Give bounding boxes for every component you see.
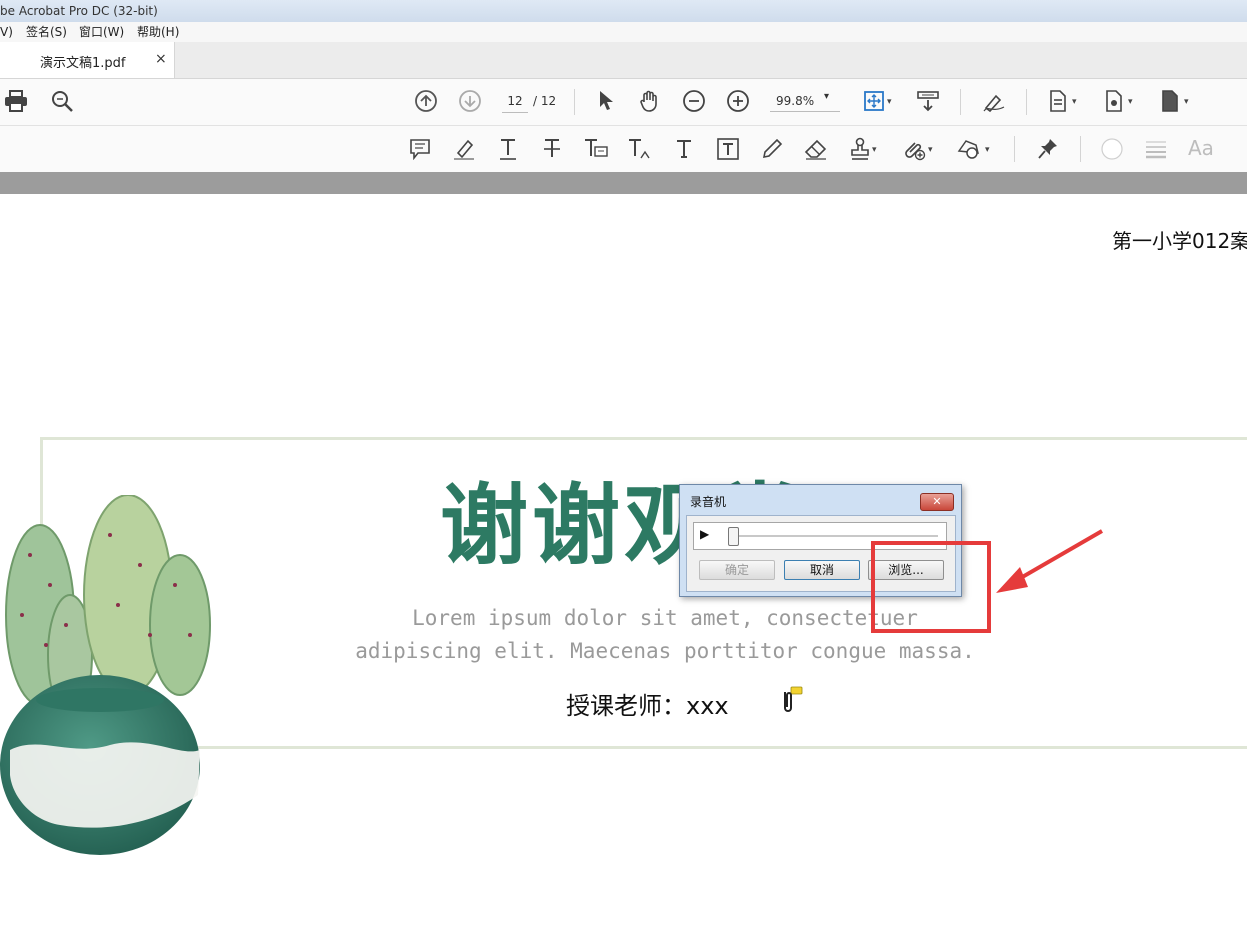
menu-item-view[interactable]: V)	[0, 22, 13, 42]
sticky-note-icon[interactable]	[406, 135, 434, 163]
replace-text-icon[interactable]	[582, 135, 610, 163]
attach-dropdown-icon[interactable]: ▾	[928, 145, 933, 155]
toolbar-divider	[1014, 136, 1015, 162]
ok-button[interactable]: 确定	[699, 560, 775, 580]
stamp-dropdown-icon[interactable]: ▾	[872, 145, 877, 155]
zoom-level-input[interactable]: 99.8%	[776, 90, 814, 112]
highlight-icon[interactable]	[450, 135, 478, 163]
document-settings-icon[interactable]	[1100, 87, 1128, 115]
sign-pen-icon[interactable]	[980, 87, 1008, 115]
red-arrow-icon	[990, 525, 1110, 604]
shapes-dropdown-icon[interactable]: ▾	[985, 145, 990, 155]
document-tab-bar: 演示文稿1.pdf ×	[0, 42, 1247, 79]
cactus-illustration	[0, 494, 220, 869]
print-icon[interactable]	[2, 87, 30, 115]
attach-file-icon[interactable]	[900, 135, 928, 163]
scroll-mode-icon[interactable]	[914, 87, 942, 115]
pin-icon[interactable]	[1034, 135, 1062, 163]
teacher-label: 授课老师：xxx	[566, 692, 729, 720]
zoom-search-icon[interactable]	[48, 87, 76, 115]
window-title: be Acrobat Pro DC (32-bit)	[0, 4, 158, 18]
underline-text-icon[interactable]	[494, 135, 522, 163]
insert-text-icon[interactable]	[626, 135, 654, 163]
zoom-in-icon[interactable]	[724, 87, 752, 115]
main-toolbar: 12 / 12 99.8% ▾ ▾ ▾ ▾ ▾	[0, 79, 1247, 126]
document-settings-dropdown-icon[interactable]: ▾	[1128, 97, 1133, 107]
cancel-button[interactable]: 取消	[784, 560, 860, 580]
highlight-box	[871, 541, 991, 633]
next-page-icon[interactable]	[456, 87, 484, 115]
previous-page-icon[interactable]	[412, 87, 440, 115]
add-text-icon[interactable]	[670, 135, 698, 163]
menu-item-sign[interactable]: 签名(S)	[26, 22, 67, 42]
line-weight-icon[interactable]	[1142, 135, 1170, 163]
document-export-icon[interactable]	[1156, 87, 1184, 115]
toolbar-divider	[1026, 89, 1027, 115]
playback-slider-thumb[interactable]	[728, 527, 739, 546]
pencil-icon[interactable]	[758, 135, 786, 163]
tab-close-icon[interactable]: ×	[155, 51, 167, 67]
document-export-dropdown-icon[interactable]: ▾	[1184, 97, 1189, 107]
font-properties-button[interactable]: Aa	[1188, 136, 1214, 160]
strikethrough-text-icon[interactable]	[538, 135, 566, 163]
dialog-close-button[interactable]: ✕	[920, 493, 954, 511]
page-header-text: 第一小学012案	[1112, 229, 1247, 253]
fit-page-icon[interactable]	[860, 87, 888, 115]
attachment-annotation-icon[interactable]	[776, 686, 804, 720]
toolbar-divider	[960, 89, 961, 115]
menu-bar: V) 签名(S) 窗口(W) 帮助(H)	[0, 22, 1247, 43]
document-tab-label: 演示文稿1.pdf	[40, 56, 126, 71]
zoom-out-icon[interactable]	[680, 87, 708, 115]
slide-body-line: adipiscing elit. Maecenas porttitor cong…	[355, 639, 975, 663]
document-tab[interactable]: 演示文稿1.pdf ×	[0, 42, 175, 78]
toolbar-divider	[1080, 136, 1081, 162]
menu-item-window[interactable]: 窗口(W)	[79, 22, 124, 42]
zoom-dropdown-icon[interactable]: ▾	[824, 91, 829, 102]
stamp-icon[interactable]	[846, 135, 874, 163]
zoom-underline	[770, 111, 840, 112]
page-total: / 12	[533, 94, 557, 108]
playback-track[interactable]	[730, 535, 938, 537]
document-dropdown-icon[interactable]: ▾	[1072, 97, 1077, 107]
color-circle-icon[interactable]	[1098, 135, 1126, 163]
comment-toolbar: ▾ ▾ ▾ Aa	[0, 126, 1247, 172]
play-icon[interactable]: ▶	[700, 527, 709, 541]
eraser-icon[interactable]	[802, 135, 830, 163]
window-titlebar: be Acrobat Pro DC (32-bit)	[0, 0, 1247, 23]
text-box-icon[interactable]	[714, 135, 742, 163]
dialog-title: 录音机	[690, 495, 727, 509]
document-pane-border	[0, 172, 1247, 194]
shapes-icon[interactable]	[956, 135, 984, 163]
hand-tool-icon[interactable]	[636, 87, 664, 115]
menu-item-help[interactable]: 帮助(H)	[137, 22, 179, 42]
fit-dropdown-icon[interactable]: ▾	[887, 97, 892, 107]
page-number-input[interactable]: 12	[502, 90, 528, 113]
toolbar-divider	[574, 89, 575, 115]
document-icon[interactable]	[1044, 87, 1072, 115]
select-cursor-icon[interactable]	[592, 87, 620, 115]
